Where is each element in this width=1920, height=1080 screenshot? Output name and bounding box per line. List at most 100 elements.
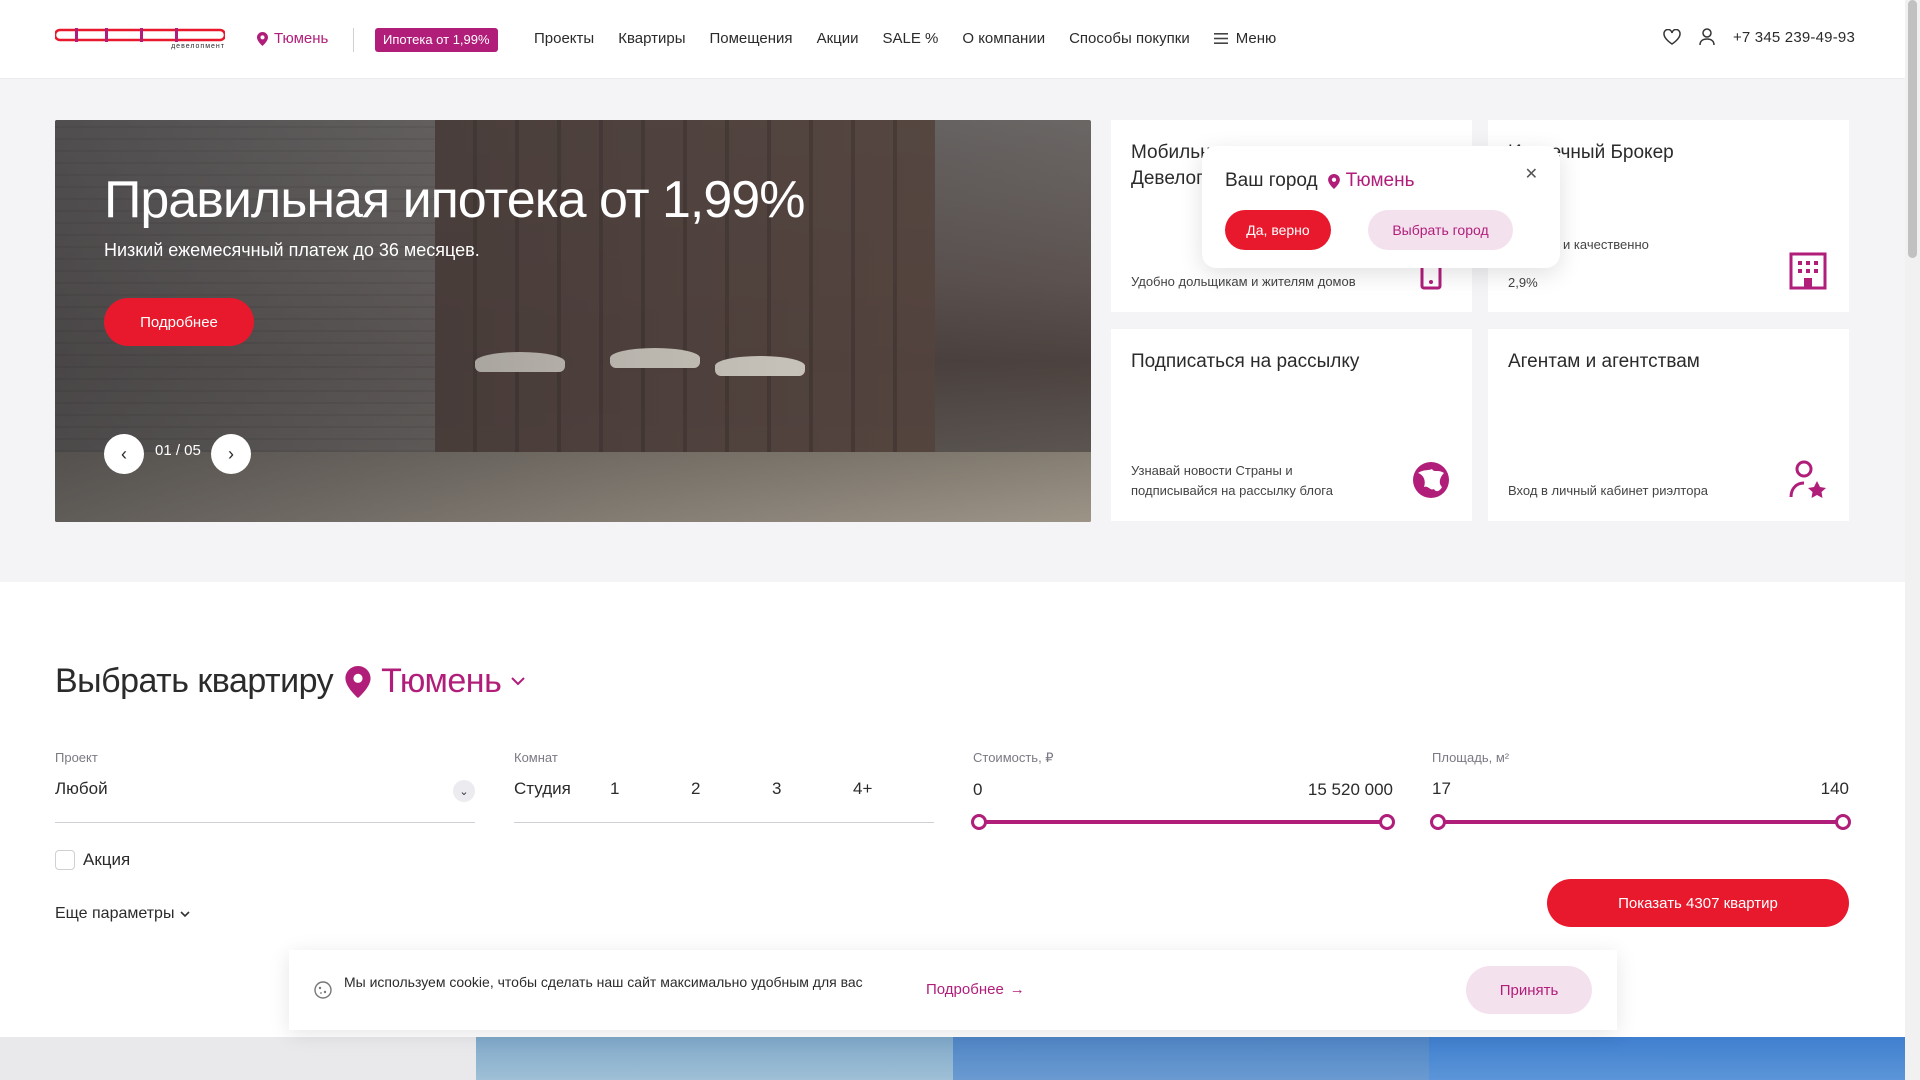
room-option-4plus[interactable]: 4+ (853, 779, 934, 799)
page-scrollbar[interactable] (1905, 0, 1920, 1080)
show-apartments-button[interactable]: Показать 4307 квартир (1547, 879, 1849, 927)
room-option-studio[interactable]: Студия (514, 779, 610, 799)
nav-apartments[interactable]: Квартиры (618, 30, 685, 47)
hamburger-icon (1213, 33, 1228, 44)
location-pin-icon (345, 665, 371, 698)
nav-promotions[interactable]: Акции (817, 30, 859, 47)
header-city-selector[interactable]: Тюмень (257, 30, 328, 47)
slider-next-button[interactable]: › (211, 434, 251, 474)
building-icon (1789, 252, 1827, 290)
chevron-down-icon (511, 677, 526, 686)
hero-slider: Правильная ипотека от 1,99% Низкий ежеме… (55, 120, 1091, 522)
chevron-left-icon: ‹ (121, 443, 127, 464)
close-icon[interactable]: ✕ (1525, 164, 1538, 184)
area-slider-track[interactable] (1430, 814, 1851, 830)
filter-city-name: Тюмень (381, 662, 502, 700)
cookie-more-link[interactable]: Подробнее → (926, 981, 1025, 998)
area-min-handle[interactable] (1430, 814, 1446, 830)
area-range: Площадь, м² 17 140 (1430, 750, 1851, 830)
rooms-label: Комнат (514, 750, 558, 765)
filter-heading: Выбрать квартиру Тюмень (55, 662, 526, 701)
nav-sale[interactable]: SALE % (882, 30, 938, 47)
price-label: Стоимость, ₽ (973, 750, 1054, 765)
project-image[interactable] (1428, 1037, 1905, 1080)
cookie-banner: Мы используем cookie, чтобы сделать наш … (289, 950, 1617, 1030)
project-underline (55, 822, 475, 823)
area-values: 17 140 (1432, 779, 1849, 799)
project-image[interactable] (476, 1037, 953, 1080)
hero-subtitle: Низкий ежемесячный платеж до 36 месяцев. (104, 240, 480, 260)
logo-subtitle: девелопмент (171, 43, 225, 50)
area-min: 17 (1432, 779, 1451, 798)
card-title: Подписаться на рассылку (1131, 351, 1360, 372)
card-title: Агентам и агентствам (1508, 351, 1700, 372)
price-max-handle[interactable] (1379, 814, 1395, 830)
project-value: Любой (55, 779, 108, 798)
nav-purchase-methods[interactable]: Способы покупки (1069, 30, 1190, 47)
chevron-down-icon (180, 910, 191, 917)
price-slider-track[interactable] (971, 814, 1395, 830)
city-question-city: Тюмень (1327, 170, 1415, 192)
account-user-icon[interactable] (1699, 28, 1715, 46)
card-newsletter[interactable]: Подписаться на рассылку Узнавай новости … (1111, 329, 1472, 521)
arrow-right-icon: → (1009, 981, 1025, 998)
price-values: 0 15 520 000 (973, 780, 1393, 800)
slider-prev-button[interactable]: ‹ (104, 434, 144, 474)
project-image[interactable] (0, 1037, 477, 1080)
location-pin-icon (257, 31, 268, 46)
price-min: 0 (973, 780, 983, 799)
more-params-label: Еще параметры (55, 905, 175, 922)
city-name: Тюмень (1345, 170, 1415, 191)
mortgage-promo-badge[interactable]: Ипотека от 1,99% (375, 28, 498, 52)
nav-projects[interactable]: Проекты (534, 30, 594, 47)
site-header: девелопмент Тюмень Ипотека от 1,99% Прое… (0, 0, 1905, 79)
logo-wordmark (55, 28, 225, 42)
cookie-accept-button[interactable]: Принять (1466, 966, 1592, 1014)
favorites-heart-icon[interactable] (1663, 29, 1681, 45)
project-image[interactable] (952, 1037, 1429, 1080)
header-phone[interactable]: +7 345 239-49-93 (1733, 29, 1855, 46)
city-question: Ваш город Тюмень (1225, 170, 1415, 192)
header-city-label: Тюмень (274, 30, 329, 47)
more-params-toggle[interactable]: Еще параметры (55, 905, 191, 923)
hero-title: Правильная ипотека от 1,99% (104, 171, 805, 229)
project-images-strip (0, 1037, 1905, 1080)
promo-checkbox[interactable]: Акция (55, 850, 130, 870)
scrollbar-thumb[interactable] (1908, 0, 1917, 258)
room-option-1[interactable]: 1 (610, 779, 691, 799)
filter-heading-label: Выбрать квартиру (55, 662, 334, 700)
room-option-2[interactable]: 2 (691, 779, 772, 799)
globe-icon (1413, 462, 1449, 498)
slider-counter: 01 / 05 (155, 442, 201, 459)
city-confirm-button[interactable]: Да, верно (1225, 210, 1331, 250)
cookie-icon (314, 981, 332, 999)
nav-premises[interactable]: Помещения (709, 30, 792, 47)
area-max-handle[interactable] (1835, 814, 1851, 830)
hero-more-button[interactable]: Подробнее (104, 298, 254, 346)
menu-button[interactable]: Меню (1213, 30, 1276, 47)
checkbox-box[interactable] (55, 850, 75, 870)
agent-star-icon (1789, 460, 1826, 498)
location-pin-icon (1327, 173, 1340, 189)
rooms-selector: Комнат Студия 1 2 3 4+ (514, 750, 934, 823)
header-actions: +7 345 239-49-93 (1663, 28, 1855, 46)
chevron-down-icon: ⌄ (453, 780, 475, 802)
city-choose-button[interactable]: Выбрать город (1368, 210, 1513, 250)
price-range: Стоимость, ₽ 0 15 520 000 (971, 750, 1395, 830)
promo-checkbox-label: Акция (83, 850, 131, 869)
city-confirm-popup: Ваш город Тюмень ✕ Да, верно Выбрать гор… (1202, 146, 1560, 268)
area-label: Площадь, м² (1432, 750, 1510, 765)
cookie-text: Мы используем cookie, чтобы сделать наш … (344, 974, 863, 990)
chevron-right-icon: › (228, 443, 234, 464)
card-description: Узнавай новости Страны и подписывайся на… (1131, 463, 1333, 498)
logo[interactable]: девелопмент (55, 28, 225, 50)
city-question-label: Ваш город (1225, 170, 1318, 191)
card-description: Вход в личный кабинет риэлтора (1508, 483, 1708, 498)
project-select[interactable]: Проект Любой ⌄ (55, 750, 475, 823)
nav-about[interactable]: О компании (962, 30, 1045, 47)
area-max: 140 (1820, 779, 1849, 798)
filter-city-selector[interactable]: Тюмень (345, 662, 526, 701)
card-agents[interactable]: Агентам и агентствам Вход в личный кабин… (1488, 329, 1849, 521)
room-option-3[interactable]: 3 (772, 779, 853, 799)
price-min-handle[interactable] (971, 814, 987, 830)
